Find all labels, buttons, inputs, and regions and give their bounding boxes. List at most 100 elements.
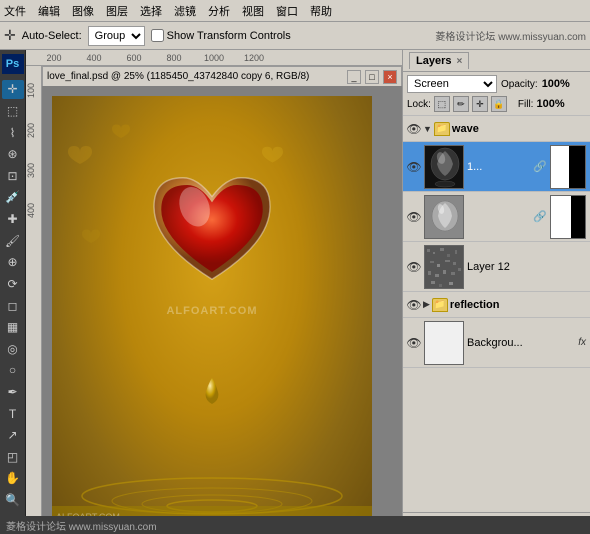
autoselect-dropdown[interactable]: Group Layer [88, 26, 145, 46]
path-tool[interactable]: ↗ [2, 425, 24, 445]
layer-row-waterdrop2[interactable]: 👁 🔗 [403, 192, 590, 242]
fx-badge: fx [578, 337, 586, 348]
opacity-value[interactable]: 100% [542, 78, 570, 90]
layers-tab[interactable]: Layers × [409, 52, 469, 69]
main-area: Ps ✛ ⬚ ⌇ ⊛ ⊡ 💉 ✚ 🖌 ⊕ ⟳ ◻ ▦ ◎ ○ ✒ T ↗ ◰ ✋… [0, 50, 590, 534]
fill-value[interactable]: 100% [536, 98, 564, 110]
menu-help[interactable]: 帮助 [310, 3, 332, 19]
layers-panel: Layers × Screen Normal Multiply Overlay … [402, 50, 590, 534]
eraser-tool[interactable]: ◻ [2, 296, 24, 316]
maximize-button[interactable]: □ [365, 70, 379, 84]
layers-list: 👁 ▼ 📁 wave 👁 1... 🔗 [403, 116, 590, 512]
eye-wave[interactable]: 👁 [407, 122, 421, 136]
menu-edit[interactable]: 编辑 [38, 3, 60, 19]
show-transform-checkbox[interactable] [151, 29, 164, 42]
layer-group-reflection[interactable]: 👁 ▶ 📁 reflection [403, 292, 590, 318]
eye-background[interactable]: 👁 [407, 336, 421, 350]
shape-tool[interactable]: ◰ [2, 447, 24, 467]
crop-tool[interactable]: ⊡ [2, 166, 24, 186]
eye-layer2[interactable]: 👁 [407, 210, 421, 224]
ps-logo: Ps [2, 54, 24, 74]
menu-layer[interactable]: 图层 [106, 3, 128, 19]
lock-position-button[interactable]: ✛ [472, 96, 488, 112]
watermark: ALFOART.COM [166, 305, 257, 317]
lock-row: Lock: ⬚ ✏ ✛ 🔒 Fill: 100% [407, 96, 586, 112]
eyedropper-tool[interactable]: 💉 [2, 188, 24, 208]
blur-tool[interactable]: ◎ [2, 339, 24, 359]
clone-tool[interactable]: ⊕ [2, 252, 24, 272]
arrow-wave[interactable]: ▼ [423, 124, 432, 134]
layer-mask-thumb-2 [550, 195, 586, 239]
lock-all-button[interactable]: 🔒 [491, 96, 507, 112]
ruler-vmark-3: 300 [26, 150, 41, 190]
menu-image[interactable]: 图像 [72, 3, 94, 19]
document-titlebar: love_final.psd @ 25% (1185450_43742840 c… [42, 66, 402, 86]
blend-mode-select[interactable]: Screen Normal Multiply Overlay [407, 75, 497, 93]
canvas-background: ALFOART.COM ALFOART.COM [52, 96, 372, 526]
tools-panel: Ps ✛ ⬚ ⌇ ⊛ ⊡ 💉 ✚ 🖌 ⊕ ⟳ ◻ ▦ ◎ ○ ✒ T ↗ ◰ ✋… [0, 50, 26, 534]
ruler-mark-1000: 1000 [194, 53, 234, 63]
menu-view[interactable]: 视图 [242, 3, 264, 19]
marquee-tool[interactable]: ⬚ [2, 101, 24, 121]
type-tool[interactable]: T [2, 404, 24, 424]
layer-row-waterdrop1[interactable]: 👁 1... 🔗 [403, 142, 590, 192]
menubar: 文件 编辑 图像 图层 选择 滤镜 分析 视图 窗口 帮助 [0, 0, 590, 22]
options-toolbar: ✛ Auto-Select: Group Layer Show Transfor… [0, 22, 590, 50]
lock-transparent-button[interactable]: ⬚ [434, 96, 450, 112]
pen-tool[interactable]: ✒ [2, 382, 24, 402]
document-content[interactable]: ALFOART.COM ALFOART.COM [42, 86, 402, 534]
menu-select[interactable]: 选择 [140, 3, 162, 19]
eye-layer12[interactable]: 👁 [407, 260, 421, 274]
document-window: love_final.psd @ 25% (1185450_43742840 c… [42, 66, 402, 534]
reflection-group-name: reflection [450, 299, 500, 311]
layer-group-wave[interactable]: 👁 ▼ 📁 wave [403, 116, 590, 142]
fill-label: Fill: [518, 99, 534, 110]
ruler-mark-800: 800 [154, 53, 194, 63]
app-statusbar: 菱格设计论坛 www.missyuan.com [0, 516, 590, 534]
history-tool[interactable]: ⟳ [2, 274, 24, 294]
move-tool[interactable]: ✛ [2, 80, 24, 100]
layer-thumb-2 [424, 195, 464, 239]
layer-name-1: 1... [467, 161, 530, 173]
ruler-vertical: 100 200 300 400 [26, 66, 42, 534]
layer-name-background: Backgrou... [467, 337, 575, 349]
site-text: 菱格设计论坛 www.missyuan.com [435, 28, 586, 43]
ruler-mark-200: 200 [34, 53, 74, 63]
eye-layer1[interactable]: 👁 [407, 160, 421, 174]
show-transform-label[interactable]: Show Transform Controls [151, 29, 291, 42]
autoselect-label: Auto-Select: [22, 30, 82, 42]
close-button[interactable]: × [383, 70, 397, 84]
menu-file[interactable]: 文件 [4, 3, 26, 19]
quick-select-tool[interactable]: ⊛ [2, 144, 24, 164]
arrow-reflection[interactable]: ▶ [423, 299, 430, 310]
menu-analyze[interactable]: 分析 [208, 3, 230, 19]
layers-tab-close[interactable]: × [457, 56, 463, 67]
zoom-tool[interactable]: 🔍 [2, 490, 24, 510]
dodge-tool[interactable]: ○ [2, 361, 24, 381]
ruler-horizontal: 200 400 600 800 1000 1200 [26, 50, 402, 66]
chain-icon-2[interactable]: 🔗 [533, 210, 547, 223]
wave-group-name: wave [452, 123, 479, 135]
ruler-mark-1200: 1200 [234, 53, 274, 63]
hand-tool[interactable]: ✋ [2, 469, 24, 489]
canvas-area: 200 400 600 800 1000 1200 100 200 300 40… [26, 50, 402, 534]
ruler-vmark-4: 400 [26, 190, 41, 230]
folder-reflection-icon: 📁 [432, 298, 448, 312]
brush-tool[interactable]: 🖌 [2, 231, 24, 251]
healing-tool[interactable]: ✚ [2, 209, 24, 229]
gradient-tool[interactable]: ▦ [2, 317, 24, 337]
layer-mask-thumb-1 [550, 145, 586, 189]
menu-filter[interactable]: 滤镜 [174, 3, 196, 19]
eye-reflection[interactable]: 👁 [407, 298, 421, 312]
menu-window[interactable]: 窗口 [276, 3, 298, 19]
blend-opacity-row: Screen Normal Multiply Overlay Opacity: … [407, 75, 586, 93]
lasso-tool[interactable]: ⌇ [2, 123, 24, 143]
layer-row-background[interactable]: 👁 Backgrou... fx [403, 318, 590, 368]
minimize-button[interactable]: _ [347, 70, 361, 84]
layer-thumb-12 [424, 245, 464, 289]
lock-pixels-button[interactable]: ✏ [453, 96, 469, 112]
layer-row-12[interactable]: 👁 [403, 242, 590, 292]
layers-tab-bar: Layers × [403, 50, 590, 72]
folder-wave-icon: 📁 [434, 122, 450, 136]
chain-icon-1[interactable]: 🔗 [533, 160, 547, 173]
